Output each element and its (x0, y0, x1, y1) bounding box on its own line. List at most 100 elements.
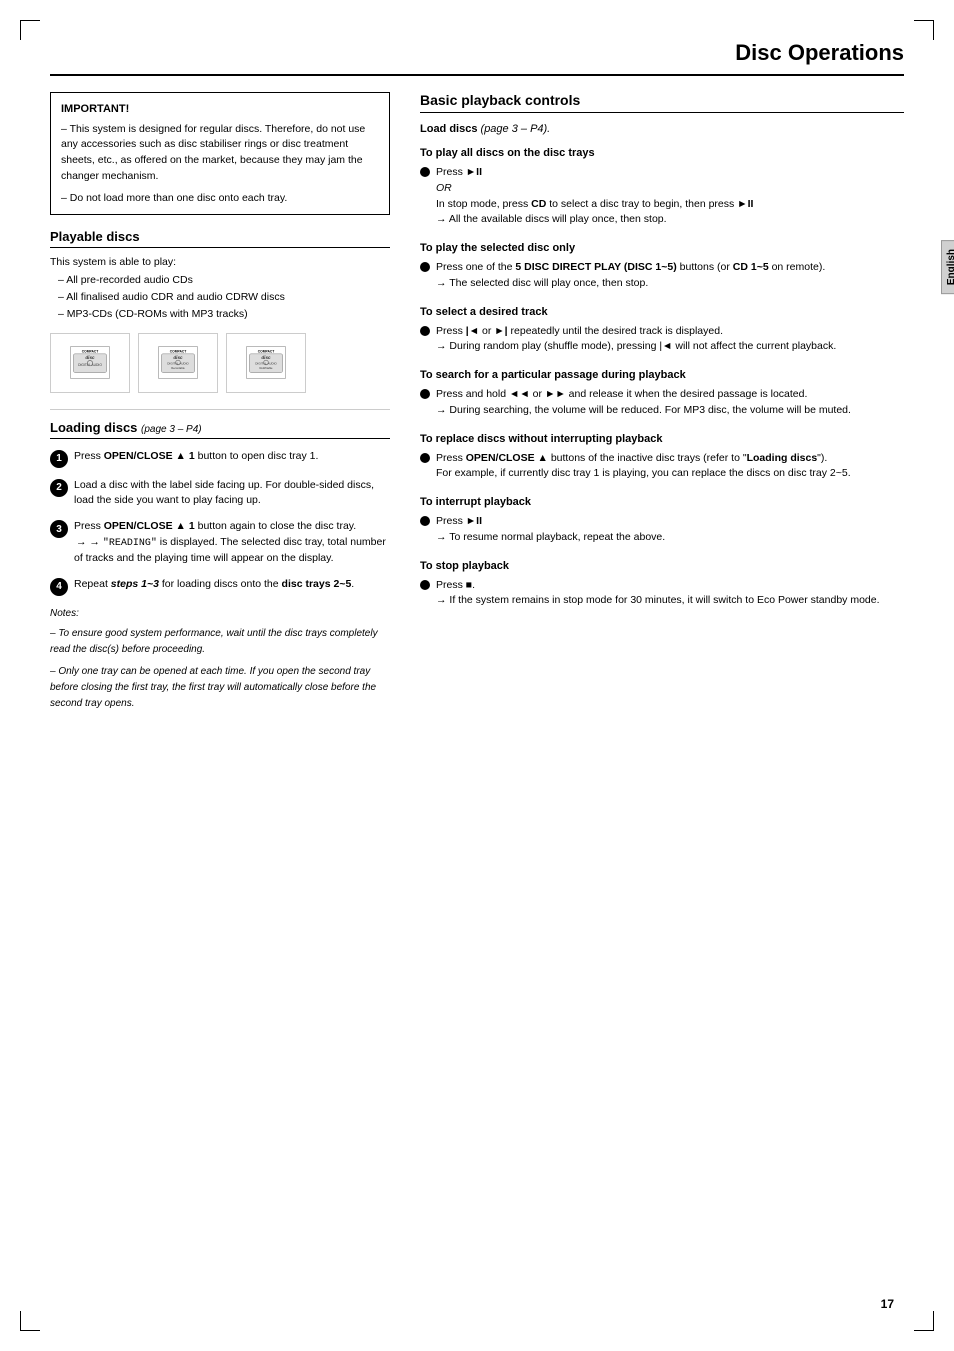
page-title-area: Disc Operations (50, 40, 904, 76)
section-stop: To stop playback Press ■. → If the syste… (420, 560, 904, 610)
bullet-search-passage: Press and hold ◄◄ or ►► and release it w… (420, 387, 904, 419)
bullet-stop-content: Press ■. → If the system remains in stop… (436, 578, 904, 610)
notes-title: Notes: (50, 606, 390, 622)
bullet-circle (420, 262, 430, 272)
bullet-play-selected: Press one of the 5 DISC DIRECT PLAY (DIS… (420, 260, 904, 292)
bullet-circle (420, 167, 430, 177)
step3-arrow: → "READING" is displayed. The selected d… (74, 536, 386, 564)
section-interrupt: To interrupt playback Press ►II → To res… (420, 496, 904, 546)
section-replace-discs-title: To replace discs without interrupting pl… (420, 433, 904, 445)
important-box: IMPORTANT! – This system is designed for… (50, 92, 390, 215)
svg-text:COMPACT: COMPACT (82, 350, 99, 354)
interrupt-arrow: → To resume normal playback, repeat the … (436, 531, 665, 543)
bullet-circle (420, 516, 430, 526)
search-passage-arrow: → During searching, the volume will be r… (436, 404, 851, 416)
corner-tl (20, 20, 40, 40)
svg-text:Recordable: Recordable (171, 366, 185, 370)
play-all-arrow: → All the available discs will play once… (436, 213, 667, 225)
bullet-circle (420, 453, 430, 463)
corner-tr (914, 20, 934, 40)
corner-br (914, 1311, 934, 1331)
section-play-all-title: To play all discs on the disc trays (420, 147, 904, 159)
svg-text:ReWritable: ReWritable (259, 366, 273, 370)
playable-discs-title: Playable discs (50, 229, 390, 248)
section-select-track: To select a desired track Press |◄ or ►|… (420, 306, 904, 356)
loading-discs-label: Loading discs (50, 420, 141, 435)
load-discs-ref: Load discs (page 3 – P4). (420, 123, 904, 135)
svg-text:disc: disc (261, 355, 271, 360)
playable-item: All pre-recorded audio CDs (58, 272, 390, 289)
step-content-4: Repeat steps 1~3 for loading discs onto … (74, 577, 390, 593)
notes-box: Notes: – To ensure good system performan… (50, 606, 390, 712)
right-column: Basic playback controls Load discs (page… (420, 92, 904, 712)
loading-discs-title: Loading discs (page 3 – P4) (50, 420, 390, 439)
english-tab: English (941, 240, 954, 294)
select-track-arrow: → During random play (shuffle mode), pre… (436, 340, 836, 352)
corner-bl (20, 1311, 40, 1331)
section-play-selected-title: To play the selected disc only (420, 242, 904, 254)
page-title: Disc Operations (735, 40, 904, 65)
bullet-circle (420, 580, 430, 590)
section-stop-title: To stop playback (420, 560, 904, 572)
bullet-replace-discs-content: Press OPEN/CLOSE ▲ buttons of the inacti… (436, 451, 904, 483)
disc-image-3: COMPACT disc DIGITAL AUDIO ReWritable (226, 333, 306, 393)
playable-intro: This system is able to play: (50, 256, 390, 268)
section-search-passage-title: To search for a particular passage durin… (420, 369, 904, 381)
note-2: – Only one tray can be opened at each ti… (50, 664, 390, 712)
playable-list: All pre-recorded audio CDs All finalised… (50, 272, 390, 322)
disc-svg-2: COMPACT disc DIGITAL AUDIO Recordable (158, 345, 198, 380)
playable-item: MP3-CDs (CD-ROMs with MP3 tracks) (58, 306, 390, 323)
step-content-1: Press OPEN/CLOSE ▲ 1 button to open disc… (74, 449, 390, 465)
svg-text:COMPACT: COMPACT (258, 350, 275, 354)
page-number: 17 (881, 1297, 894, 1311)
svg-text:disc: disc (173, 355, 183, 360)
two-col-layout: IMPORTANT! – This system is designed for… (50, 92, 904, 712)
loading-discs-section: Loading discs (page 3 – P4) 1 Press OPEN… (50, 420, 390, 712)
page-container: English Disc Operations IMPORTANT! – Thi… (0, 0, 954, 1351)
left-column: IMPORTANT! – This system is designed for… (50, 92, 390, 712)
bullet-play-selected-content: Press one of the 5 DISC DIRECT PLAY (DIS… (436, 260, 904, 292)
step-num-1: 1 (50, 450, 68, 468)
bullet-stop: Press ■. → If the system remains in stop… (420, 578, 904, 610)
section-select-track-title: To select a desired track (420, 306, 904, 318)
bullet-replace-discs: Press OPEN/CLOSE ▲ buttons of the inacti… (420, 451, 904, 483)
section-play-all: To play all discs on the disc trays Pres… (420, 147, 904, 228)
step-3: 3 Press OPEN/CLOSE ▲ 1 button again to c… (50, 519, 390, 567)
svg-text:disc: disc (85, 355, 95, 360)
bullet-search-passage-content: Press and hold ◄◄ or ►► and release it w… (436, 387, 904, 419)
step-num-3: 3 (50, 520, 68, 538)
step-content-2: Load a disc with the label side facing u… (74, 478, 390, 510)
step-4: 4 Repeat steps 1~3 for loading discs ont… (50, 577, 390, 596)
section-play-selected: To play the selected disc only Press one… (420, 242, 904, 292)
bullet-play-all-content: Press ►II OR In stop mode, press CD to s… (436, 165, 904, 228)
disc-image-2: COMPACT disc DIGITAL AUDIO Recordable (138, 333, 218, 393)
step-2: 2 Load a disc with the label side facing… (50, 478, 390, 510)
section-replace-discs: To replace discs without interrupting pl… (420, 433, 904, 483)
stop-arrow: → If the system remains in stop mode for… (436, 594, 880, 606)
bullet-circle (420, 389, 430, 399)
important-line-1: – This system is designed for regular di… (61, 122, 379, 185)
bullet-play-all: Press ►II OR In stop mode, press CD to s… (420, 165, 904, 228)
divider-1 (50, 409, 390, 410)
disc-svg-3: COMPACT disc DIGITAL AUDIO ReWritable (246, 345, 286, 380)
disc-svg-1: COMPACT disc DIGITAL AUDIO (70, 345, 110, 380)
step-num-4: 4 (50, 578, 68, 596)
bullet-circle (420, 326, 430, 336)
section-search-passage: To search for a particular passage durin… (420, 369, 904, 419)
bullet-interrupt-content: Press ►II → To resume normal playback, r… (436, 514, 904, 546)
bullet-interrupt: Press ►II → To resume normal playback, r… (420, 514, 904, 546)
disc-image-1: COMPACT disc DIGITAL AUDIO (50, 333, 130, 393)
important-line-2: – Do not load more than one disc onto ea… (61, 191, 379, 207)
playable-item: All finalised audio CDR and audio CDRW d… (58, 289, 390, 306)
svg-text:COMPACT: COMPACT (170, 350, 187, 354)
note-1: – To ensure good system performance, wai… (50, 626, 390, 658)
play-selected-arrow: → The selected disc will play once, then… (436, 277, 648, 289)
bullet-select-track: Press |◄ or ►| repeatedly until the desi… (420, 324, 904, 356)
basic-playback-title: Basic playback controls (420, 92, 904, 113)
loading-discs-page-ref: (page 3 – P4) (141, 424, 202, 435)
section-interrupt-title: To interrupt playback (420, 496, 904, 508)
important-title: IMPORTANT! (61, 101, 379, 118)
step-num-2: 2 (50, 479, 68, 497)
disc-images-row: COMPACT disc DIGITAL AUDIO (50, 333, 390, 393)
bullet-select-track-content: Press |◄ or ►| repeatedly until the desi… (436, 324, 904, 356)
